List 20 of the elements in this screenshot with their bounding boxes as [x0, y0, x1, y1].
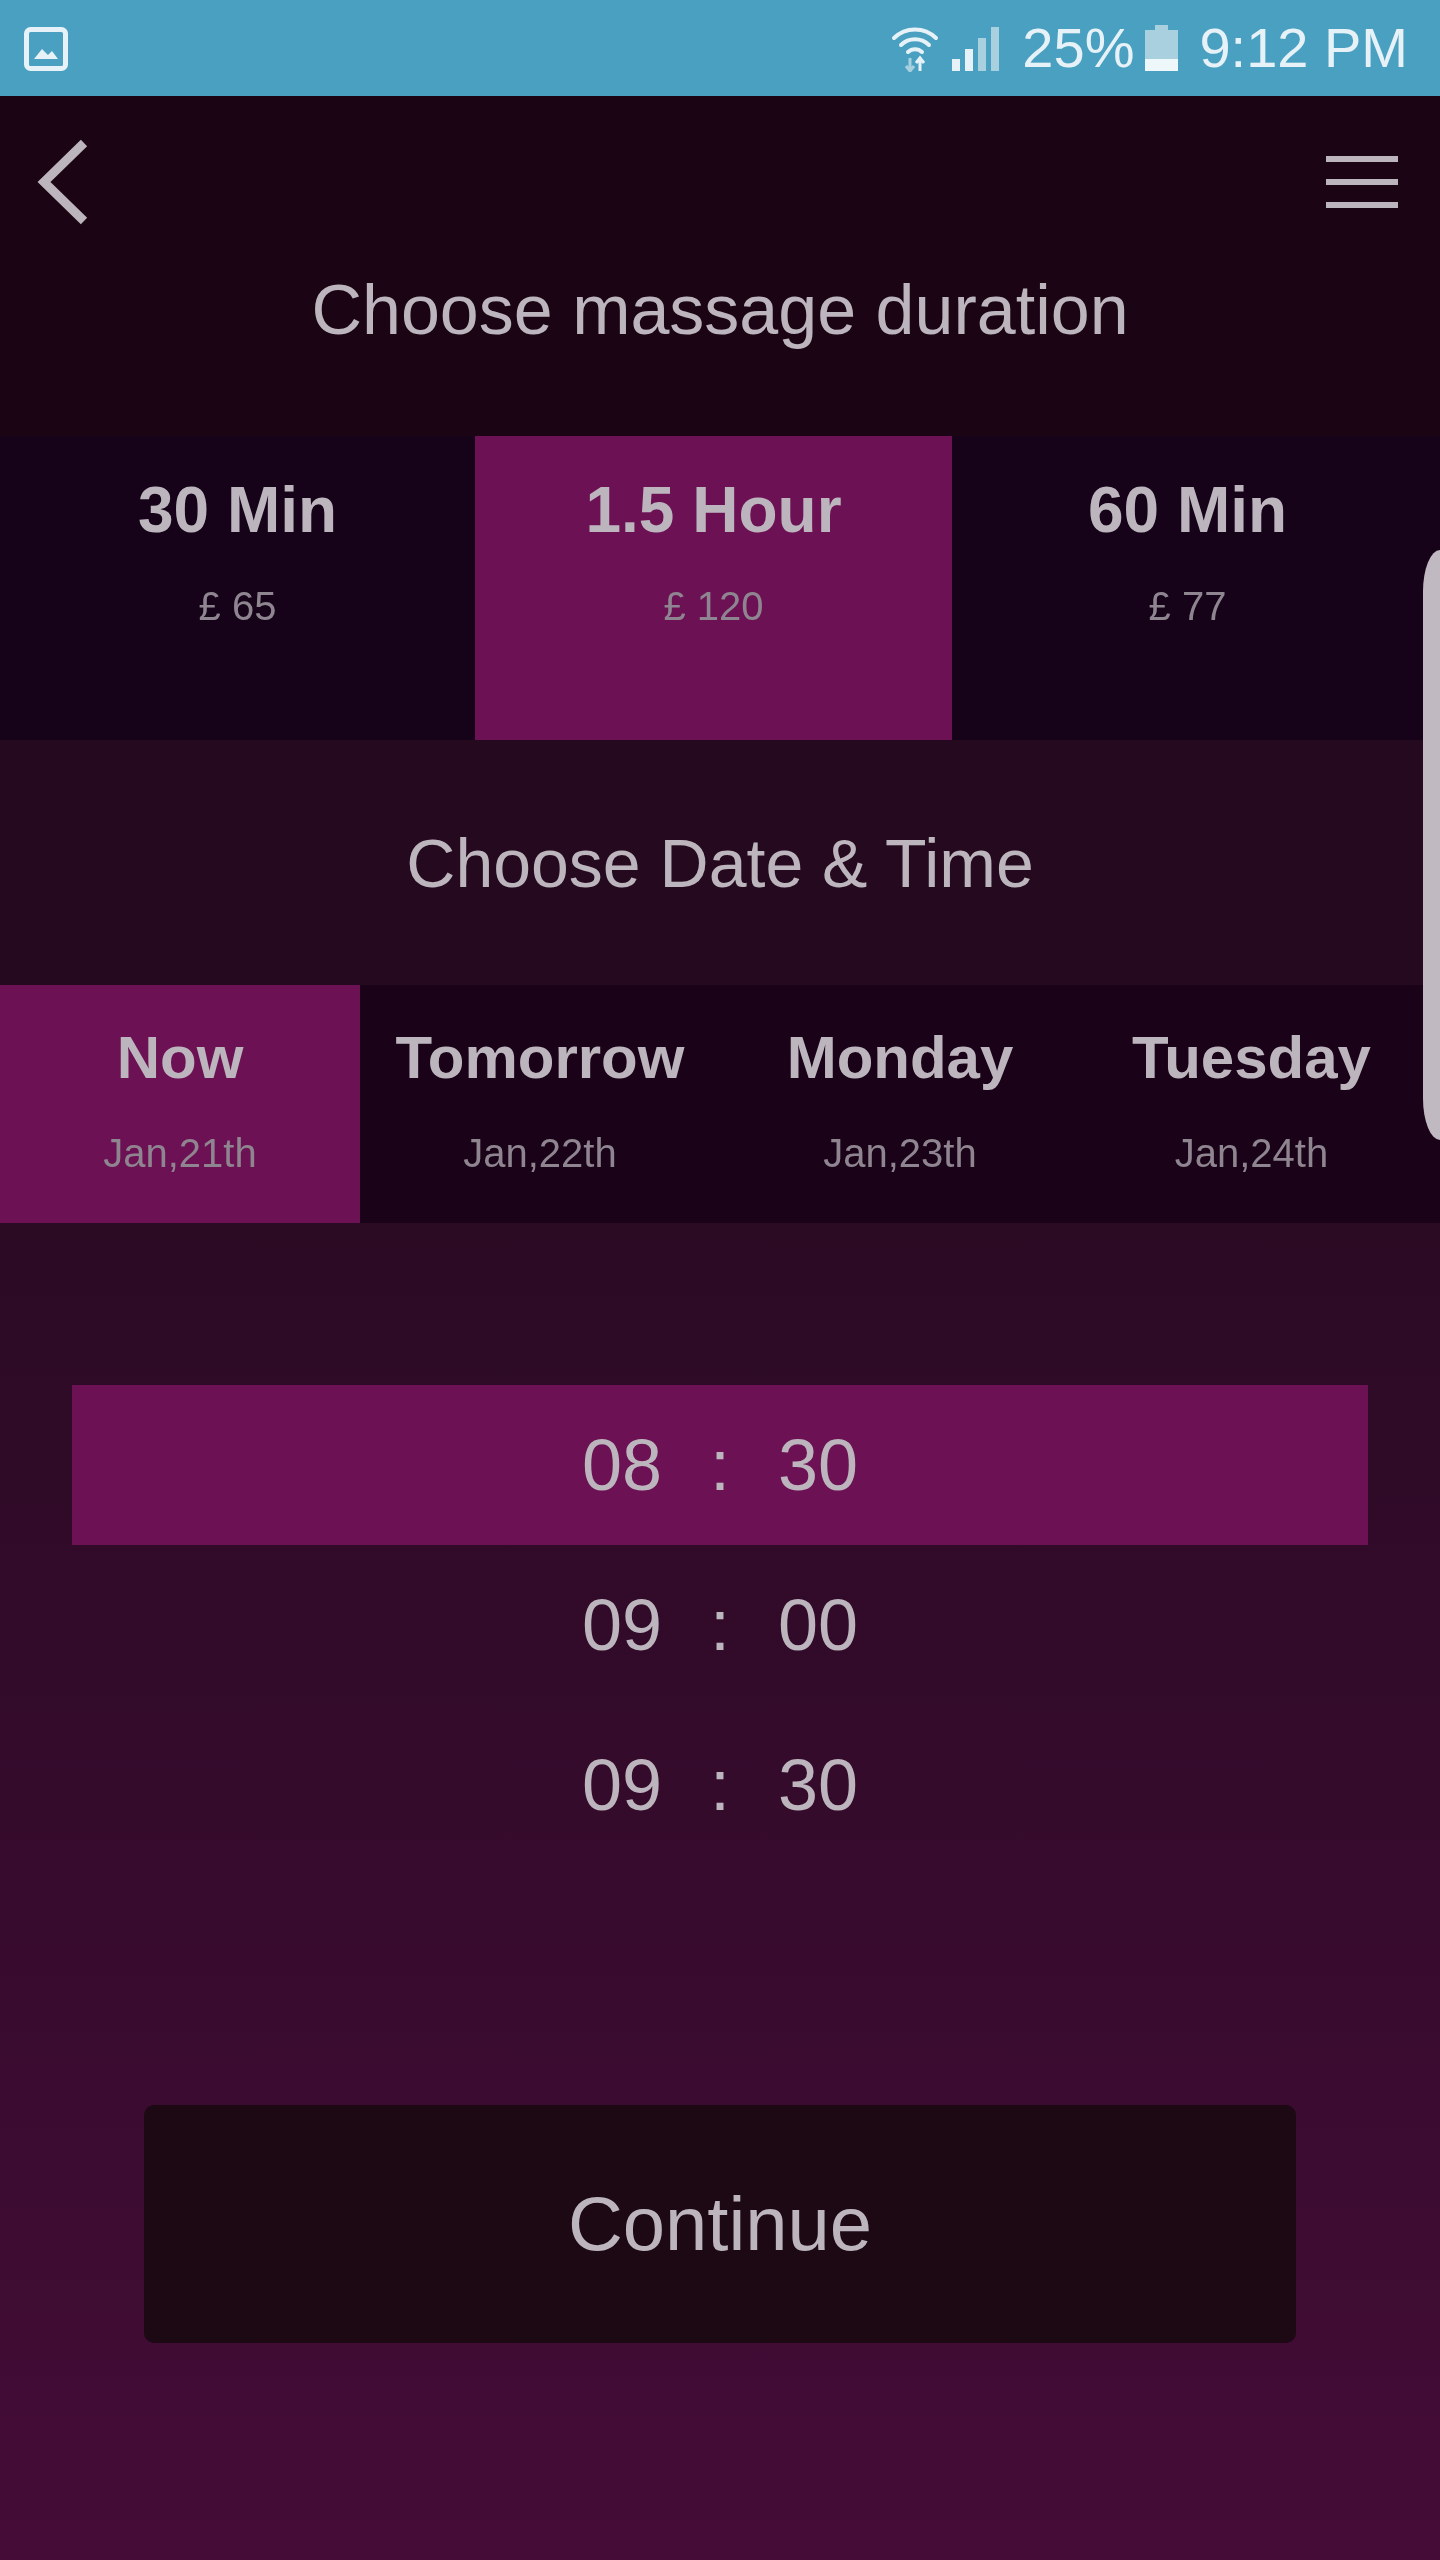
time-slot[interactable]: 09 : 30 [72, 1705, 1368, 1865]
menu-icon[interactable] [1326, 156, 1398, 208]
duration-tab[interactable]: 1.5 Hour £ 120 [475, 436, 952, 740]
time-slot[interactable]: 08 : 30 [72, 1385, 1368, 1545]
back-icon[interactable] [36, 139, 90, 225]
day-tab[interactable]: Tuesday Jan,24th [1080, 985, 1423, 1223]
battery-icon [1145, 25, 1179, 71]
clock-time: 9:12 PM [1199, 16, 1408, 80]
section-title: Choose Date & Time [406, 823, 1034, 903]
day-tab[interactable]: Now Jan,21th [0, 985, 360, 1223]
time-slot[interactable]: 09 : 00 [72, 1545, 1368, 1705]
duration-tab[interactable]: 60 Min £ 77 [952, 436, 1423, 740]
day-tab[interactable]: Monday Jan,23th [720, 985, 1080, 1223]
continue-button[interactable]: Continue [144, 2105, 1296, 2343]
image-icon [24, 25, 68, 73]
wifi-icon [890, 24, 941, 72]
duration-tab[interactable]: 30 Min £ 65 [0, 436, 475, 740]
battery-percentage: 25% [1022, 16, 1135, 80]
section-title: Choose massage duration [311, 270, 1129, 350]
day-tab[interactable]: Tomorrow Jan,22th [360, 985, 720, 1223]
